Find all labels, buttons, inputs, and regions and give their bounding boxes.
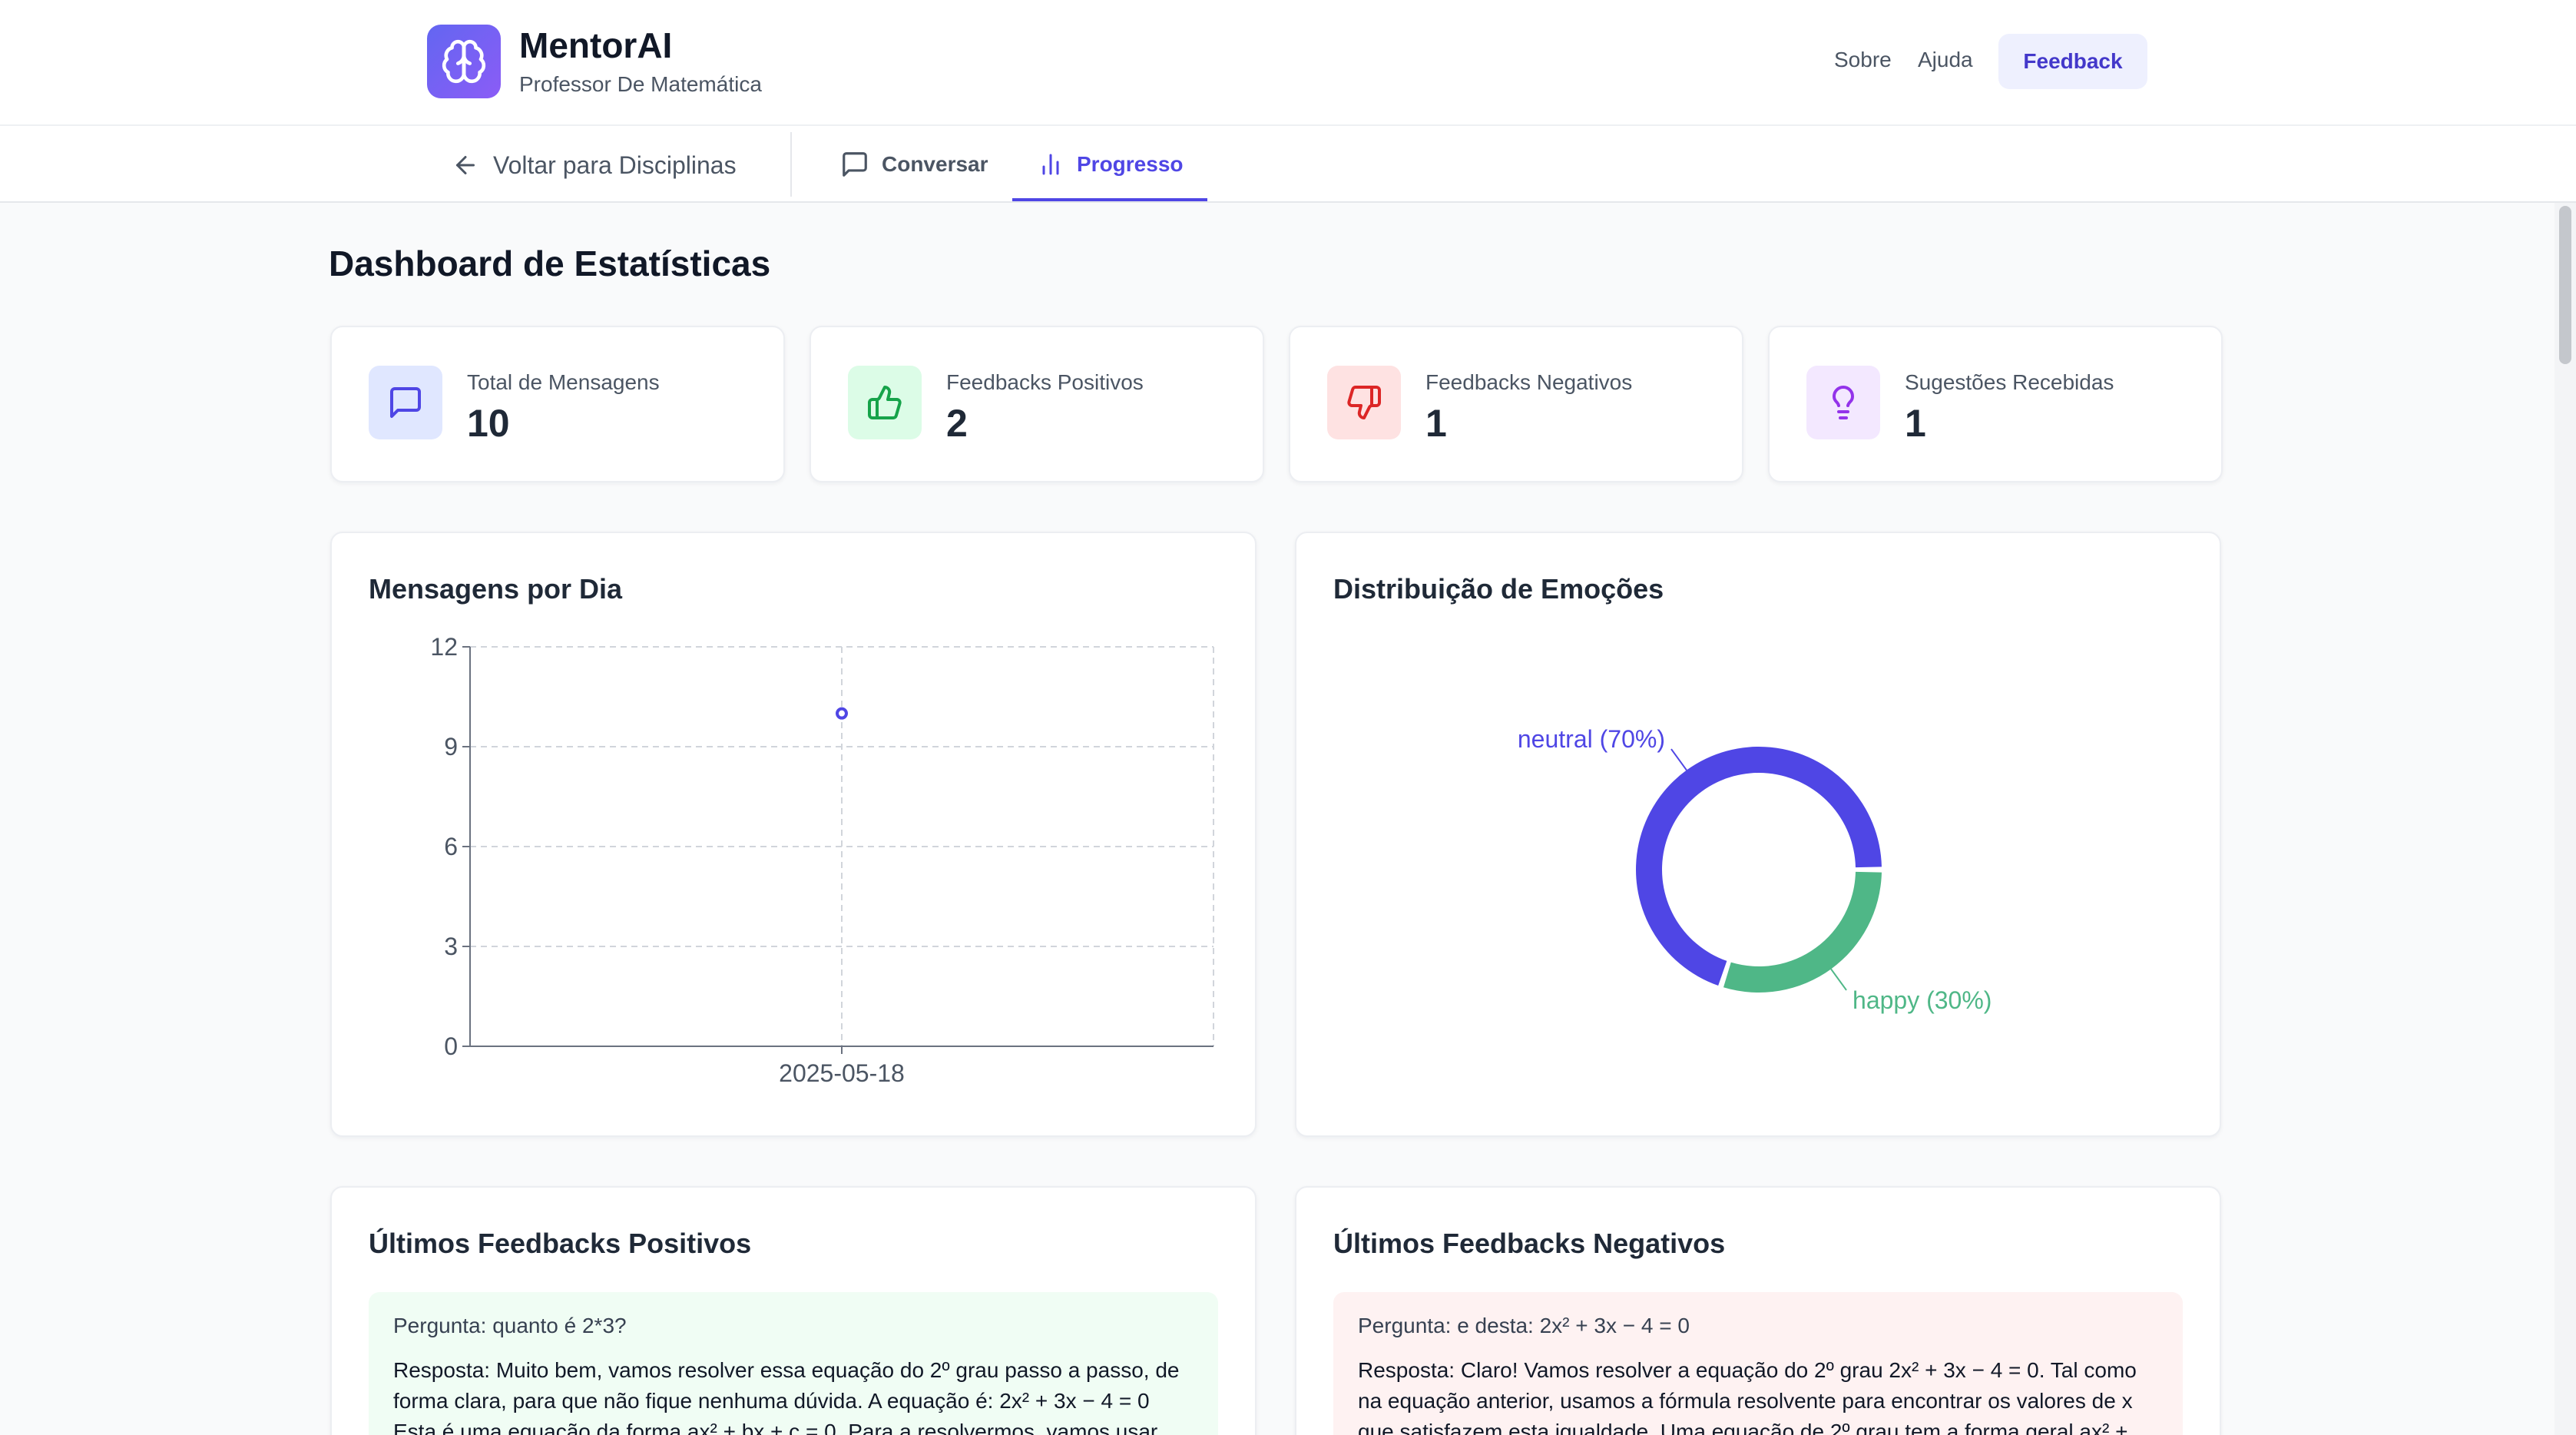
y-tick-label: 12 [430,633,458,661]
app-subtitle: Professor De Matemática [519,72,762,96]
stat-card-negative-feedback: Feedbacks Negativos 1 [1289,326,1743,482]
y-tick-label: 3 [444,933,458,960]
negative-feedback-item: Pergunta: e desta: 2x² + 3x − 4 = 0 Resp… [1333,1292,2183,1435]
positive-feedback-title: Últimos Feedbacks Positivos [369,1228,752,1259]
stat-value: 10 [467,402,510,445]
donut-slice-happy [1723,871,1882,993]
feedback-answer: Resposta: Muito bem, vamos resolver essa… [393,1358,1180,1435]
arrow-left-icon [456,156,475,174]
stat-icon-box [848,366,922,439]
nav-help-link[interactable]: Ajuda [1918,48,1973,72]
tab-progress[interactable]: Progresso [1037,141,1184,187]
negative-feedback-title: Últimos Feedbacks Negativos [1333,1228,1726,1259]
brain-icon [442,39,486,84]
active-tab-indicator [1012,198,1207,201]
feedback-answer: Resposta: Claro! Vamos resolver a equaçã… [1358,1358,2137,1435]
feedback-button[interactable]: Feedback [1998,34,2147,89]
tab-chat[interactable]: Conversar [840,141,988,187]
stat-label: Feedbacks Negativos [1425,370,1633,394]
stat-label: Total de Mensagens [467,370,660,394]
stat-label: Feedbacks Positivos [946,370,1144,394]
feedback-question: Pergunta: quanto é 2*3? [393,1314,627,1337]
back-to-subjects-link[interactable]: Voltar para Disciplinas [452,146,737,184]
positive-feedback-item: Pergunta: quanto é 2*3? Resposta: Muito … [369,1292,1218,1435]
page-scrollbar-thumb[interactable] [2559,206,2571,364]
stat-icon-box [1806,366,1880,439]
stat-icon-box [1327,366,1401,439]
tab-progress-label: Progresso [1077,152,1184,176]
stat-value: 1 [1425,402,1447,445]
y-tick-label: 6 [444,833,458,860]
app-logo[interactable] [427,25,501,98]
negative-feedback-card: Últimos Feedbacks Negativos Pergunta: e … [1295,1186,2221,1435]
stat-icon-box [369,366,442,439]
y-tick-label: 0 [444,1032,458,1060]
stat-label: Sugestões Recebidas [1905,370,2114,394]
x-tick-label: 2025-05-18 [779,1059,905,1087]
slice-leader-line [1670,748,1687,771]
stat-value: 1 [1905,402,1926,445]
slice-label-neutral: neutral (70%) [1518,725,1665,753]
stat-card-positive-feedback: Feedbacks Positivos 2 [810,326,1264,482]
thumbs-up-icon [868,386,902,419]
y-tick-label: 9 [444,733,458,761]
feedback-question: Pergunta: e desta: 2x² + 3x − 4 = 0 [1358,1314,1690,1337]
slice-leader-line [1830,968,1847,991]
tab-chat-label: Conversar [882,152,988,176]
slice-label-happy: happy (30%) [1853,986,1992,1014]
app-title: MentorAI [519,25,673,65]
nav-about-link[interactable]: Sobre [1834,48,1892,72]
message-square-icon [843,152,867,177]
stat-card-suggestions: Sugestões Recebidas 1 [1768,326,2223,482]
tab-divider [790,132,792,197]
tab-bar: Voltar para Disciplinas Conversar Progre… [0,126,2576,203]
stat-value: 2 [946,402,968,445]
lightbulb-icon [1833,386,1854,419]
messages-line-chart: 0 3 6 9 12 2025-05-18 [430,633,1214,1087]
message-icon [390,387,421,418]
emotions-distribution-card: Distribuição de Emoções neutral (70%) hap… [1295,532,2221,1137]
top-header: MentorAI Professor De Matemática Sobre A… [0,0,2576,126]
positive-feedback-card: Últimos Feedbacks Positivos Pergunta: qu… [330,1186,1257,1435]
back-link-label: Voltar para Disciplinas [493,151,737,179]
data-point [836,707,848,720]
messages-per-day-card: Mensagens por Dia 0 3 6 9 12 2025-05-18 [330,532,1257,1137]
stat-card-total-messages: Total de Mensagens 10 [330,326,785,482]
thumbs-down-icon [1347,386,1381,419]
page-title: Dashboard de Estatísticas [329,244,771,283]
emotions-donut-chart: neutral (70%) happy (30%) [1518,725,1992,1014]
page-scrollbar-track[interactable] [2554,203,2576,1435]
bar-chart-icon [1042,154,1059,175]
